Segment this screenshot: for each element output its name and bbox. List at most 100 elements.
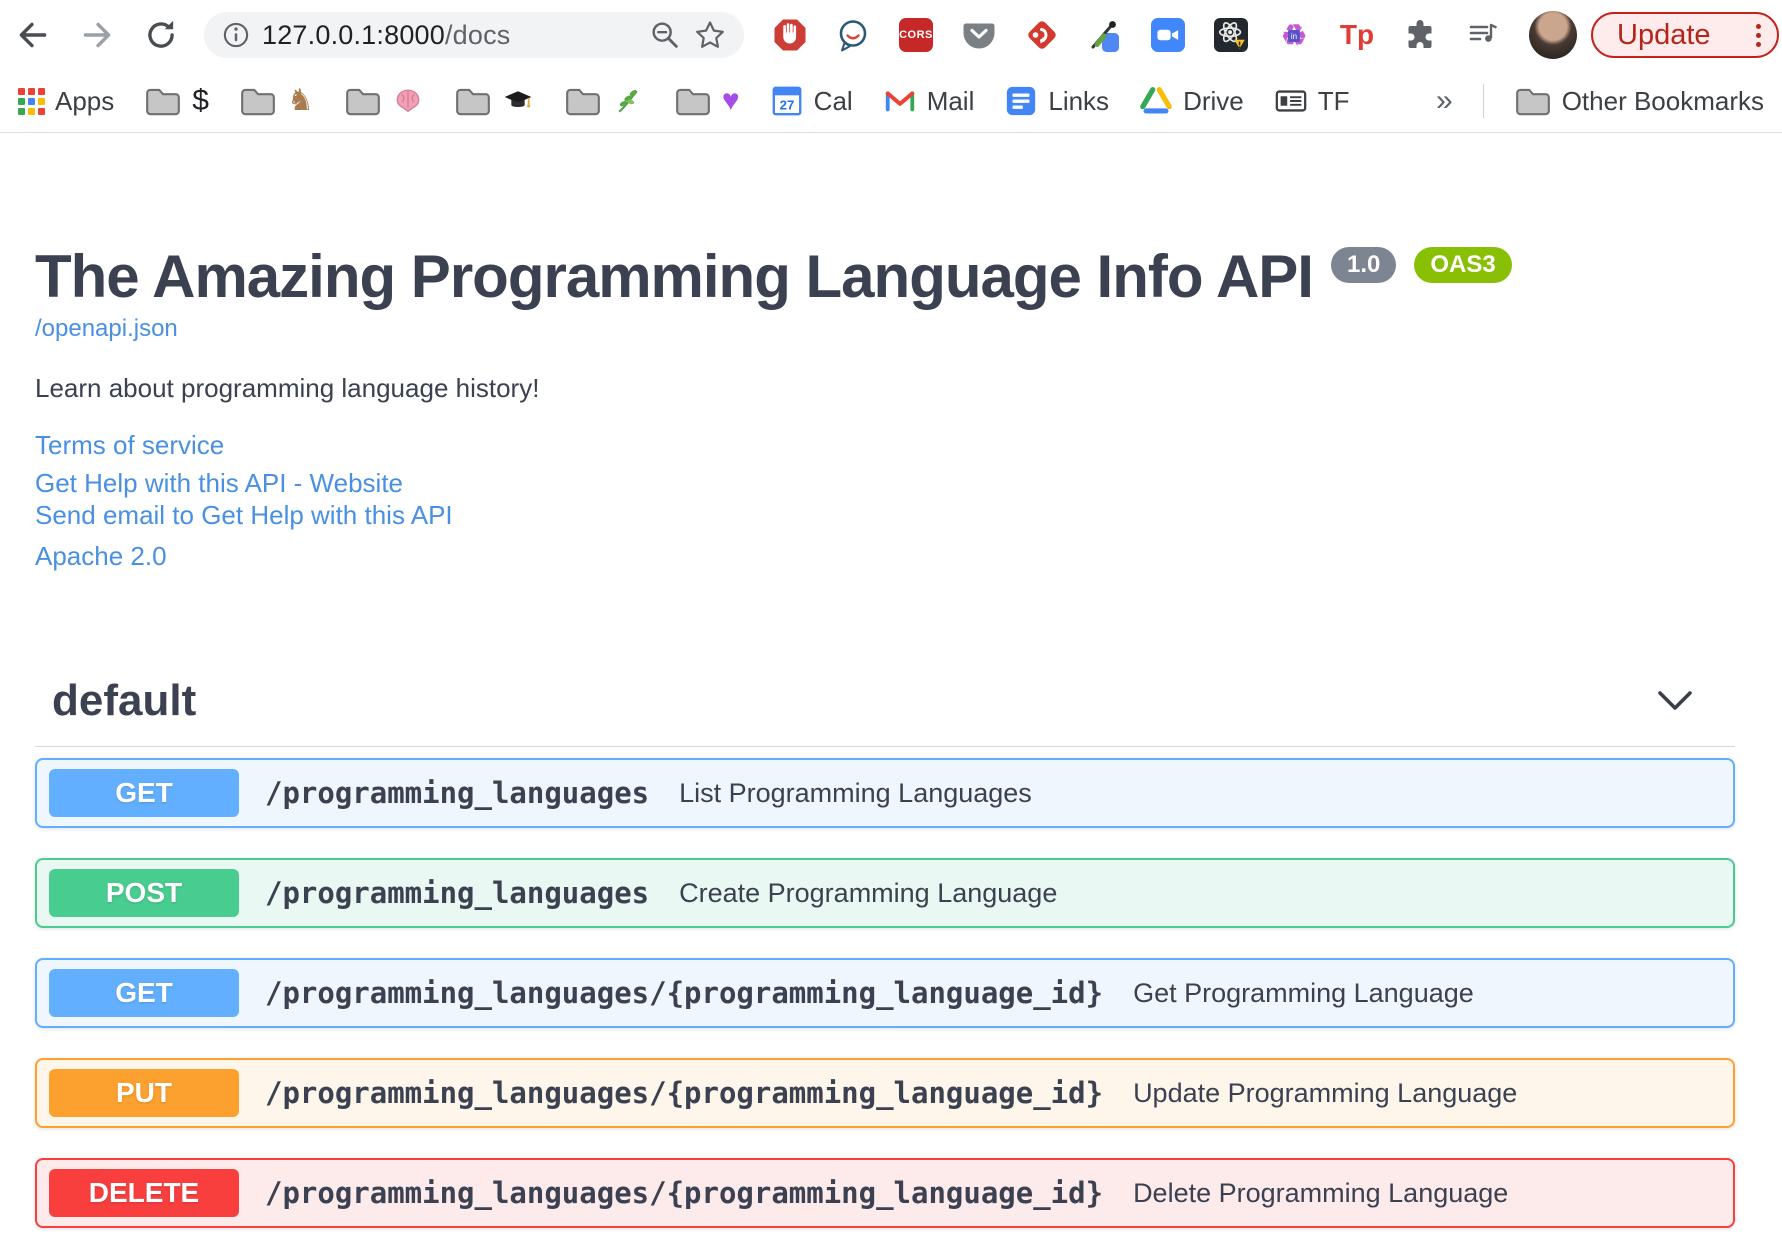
page-title: The Amazing Programming Language Info AP… xyxy=(35,243,1314,310)
bookmark-folder-school[interactable] xyxy=(454,84,534,118)
operation-summary: Delete Programming Language xyxy=(1133,1177,1509,1208)
media-playlist-icon[interactable] xyxy=(1465,17,1501,53)
folder-icon xyxy=(1515,88,1550,116)
apps-grid-icon xyxy=(18,87,45,115)
zoom-app-extension-icon[interactable] xyxy=(1150,17,1186,53)
graduation-cap-icon xyxy=(504,91,532,108)
swagger-ui-page: The Amazing Programming Language Info AP… xyxy=(0,245,1770,1228)
mail-label: Mail xyxy=(926,85,975,116)
profile-avatar[interactable] xyxy=(1529,11,1577,59)
other-bookmarks[interactable]: Other Bookmarks xyxy=(1514,84,1764,118)
operation-row-get-language[interactable]: GET /programming_languages/{programming_… xyxy=(35,958,1735,1028)
extensions-cluster: CORS ♻ in Tp xyxy=(772,17,1501,53)
recycle-core-badge: in xyxy=(1288,30,1300,42)
bookmark-drive[interactable]: Drive xyxy=(1139,84,1244,118)
url-host: 127.0.0.1:8000 xyxy=(262,19,445,50)
eyedropper-extension-icon[interactable] xyxy=(1087,17,1123,53)
carousel-horse-icon: ♞ xyxy=(286,84,314,117)
bookmark-tf[interactable]: TF xyxy=(1274,84,1350,118)
calendar-label: Cal xyxy=(813,85,853,116)
operation-row-list-languages[interactable]: GET /programming_languages List Programm… xyxy=(35,758,1735,828)
bookmark-folder-favorites[interactable]: ♥ xyxy=(674,84,740,118)
nav-buttons xyxy=(14,16,180,54)
tp-extension-icon[interactable]: Tp xyxy=(1339,17,1375,53)
recycle-extension-icon[interactable]: ♻ in xyxy=(1276,17,1312,53)
update-button[interactable]: Update xyxy=(1591,12,1779,58)
oas3-badge: OAS3 xyxy=(1414,247,1512,283)
diamond-arrow-extension-icon[interactable] xyxy=(1024,17,1060,53)
forward-icon[interactable] xyxy=(78,16,116,54)
bookmark-folder-finance[interactable]: $ xyxy=(144,84,209,118)
help-website-link[interactable]: Get Help with this API - Website xyxy=(35,467,1735,499)
other-bookmarks-label: Other Bookmarks xyxy=(1561,85,1764,116)
operation-path: /programming_languages xyxy=(265,876,650,910)
collapse-chevron-icon[interactable] xyxy=(1657,690,1693,712)
refresh-icon[interactable] xyxy=(142,16,180,54)
terms-of-service-link[interactable]: Terms of service xyxy=(35,430,224,461)
folder-icon xyxy=(675,88,710,116)
extensions-puzzle-icon[interactable] xyxy=(1402,17,1438,53)
contact-links: Get Help with this API - Website Send em… xyxy=(35,467,1735,531)
api-description: Learn about programming language history… xyxy=(35,373,540,403)
bookmark-folder-herb[interactable] xyxy=(564,84,644,118)
tag-section-header[interactable]: default xyxy=(35,676,1735,747)
pocket-extension-icon[interactable] xyxy=(961,17,997,53)
bookmark-folder-brain[interactable] xyxy=(344,84,424,118)
operation-path: /programming_languages xyxy=(265,776,650,810)
bookmark-mail[interactable]: Mail xyxy=(883,84,975,118)
bookmark-calendar[interactable]: 27 Cal xyxy=(770,84,853,118)
page-info-icon[interactable] xyxy=(220,19,252,51)
method-badge: DELETE xyxy=(49,1169,239,1217)
method-badge: POST xyxy=(49,869,239,917)
method-badge: GET xyxy=(49,969,239,1017)
bookmarks-divider xyxy=(1482,84,1484,118)
help-email-link[interactable]: Send email to Get Help with this API xyxy=(35,499,1735,531)
chat-bubble-extension-icon[interactable] xyxy=(835,17,871,53)
gmail-icon xyxy=(885,90,914,112)
url-text[interactable]: 127.0.0.1:8000/docs xyxy=(262,20,511,51)
operation-row-delete-language[interactable]: DELETE /programming_languages/{programmi… xyxy=(35,1158,1735,1228)
bookmarks-overflow-chevron[interactable]: » xyxy=(1436,84,1453,118)
address-bar[interactable]: 127.0.0.1:8000/docs xyxy=(204,12,744,58)
purple-heart-icon: ♥ xyxy=(721,84,740,117)
operation-path: /programming_languages/{programming_lang… xyxy=(265,976,1104,1010)
version-badge: 1.0 xyxy=(1330,247,1397,283)
folder-icon xyxy=(146,88,181,116)
license-link[interactable]: Apache 2.0 xyxy=(35,541,167,572)
back-icon[interactable] xyxy=(14,16,52,54)
links-doc-icon xyxy=(1007,86,1036,116)
brain-icon xyxy=(396,89,420,113)
bookmark-folder-carousel[interactable]: ♞ xyxy=(239,84,314,118)
cors-extension-icon[interactable]: CORS xyxy=(898,17,934,53)
cors-badge: CORS xyxy=(899,18,933,52)
react-devtools-extension-icon[interactable] xyxy=(1213,17,1249,53)
operation-summary: Create Programming Language xyxy=(679,877,1058,908)
api-title-row: The Amazing Programming Language Info AP… xyxy=(35,245,1735,309)
section-title: default xyxy=(52,676,197,725)
kebab-menu-icon[interactable] xyxy=(1756,23,1761,47)
operation-row-update-language[interactable]: PUT /programming_languages/{programming_… xyxy=(35,1058,1735,1128)
method-badge: GET xyxy=(49,769,239,817)
dollar-icon: $ xyxy=(192,84,209,117)
folder-icon xyxy=(565,88,600,116)
browser-toolbar: 127.0.0.1:8000/docs CORS in Tp Update xyxy=(0,0,1782,70)
operation-path: /programming_languages/{programming_lang… xyxy=(265,1076,1104,1110)
svg-text:27: 27 xyxy=(779,98,794,113)
adblock-extension-icon[interactable] xyxy=(772,17,808,53)
openapi-spec-link[interactable]: /openapi.json xyxy=(35,315,178,343)
folder-icon xyxy=(241,88,275,116)
tf-card-icon xyxy=(1275,90,1307,112)
operation-summary: List Programming Languages xyxy=(679,777,1032,808)
update-label: Update xyxy=(1617,18,1711,51)
apps-shortcut[interactable]: Apps xyxy=(18,86,114,117)
folder-icon xyxy=(455,88,490,116)
bookmark-star-icon[interactable] xyxy=(692,17,728,53)
zoom-out-icon[interactable] xyxy=(648,18,682,52)
links-label: Links xyxy=(1048,85,1110,116)
method-badge: PUT xyxy=(49,1069,239,1117)
operation-row-create-language[interactable]: POST /programming_languages Create Progr… xyxy=(35,858,1735,928)
bookmark-links[interactable]: Links xyxy=(1004,84,1109,118)
calendar-icon: 27 xyxy=(772,86,802,116)
drive-label: Drive xyxy=(1183,85,1244,116)
operation-path: /programming_languages/{programming_lang… xyxy=(265,1176,1104,1210)
